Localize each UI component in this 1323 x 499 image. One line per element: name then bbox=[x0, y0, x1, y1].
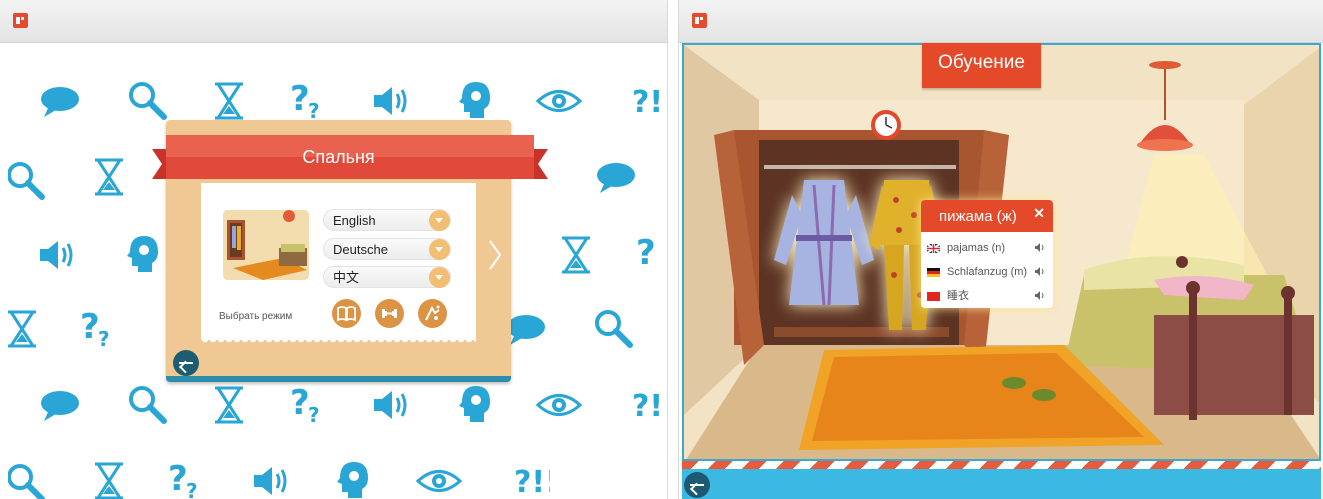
hourglass-icon bbox=[8, 310, 36, 348]
speaker-icon[interactable] bbox=[1035, 266, 1045, 277]
language-select-1-value: English bbox=[333, 213, 376, 228]
magnifier-icon bbox=[595, 310, 633, 348]
svg-text:?: ? bbox=[186, 479, 198, 499]
card-title: Спальня bbox=[302, 147, 375, 167]
translation-text: pajamas (n) bbox=[947, 242, 1006, 254]
book-mode-button[interactable] bbox=[332, 299, 361, 328]
china-flag-icon bbox=[927, 292, 940, 301]
hourglass-icon bbox=[95, 158, 123, 196]
translation-text: Schlafanzug (m) bbox=[947, 266, 1028, 278]
speech-bubble-icon bbox=[41, 391, 79, 421]
language-select-2-value: Deutsche bbox=[333, 242, 388, 257]
head-gear-icon bbox=[459, 386, 490, 422]
svg-text:?: ? bbox=[290, 80, 310, 119]
left-app-window: ?? ?!! ? ?? ?? ?!! ?? ?!! bbox=[0, 0, 668, 499]
back-button[interactable] bbox=[684, 472, 710, 498]
question-marks-icon: ?? bbox=[290, 384, 320, 424]
question-marks-icon: ?? bbox=[168, 460, 198, 499]
chevron-down-icon bbox=[429, 267, 450, 288]
hourglass-icon bbox=[562, 236, 590, 274]
magnifier-icon bbox=[129, 386, 167, 424]
speech-bubble-icon bbox=[507, 315, 545, 345]
hourglass-icon bbox=[215, 386, 243, 424]
scene-mode-tag: Обучение bbox=[922, 43, 1041, 88]
uk-flag-icon bbox=[927, 244, 940, 253]
speaker-icon bbox=[374, 87, 407, 115]
book-icon bbox=[337, 306, 356, 322]
svg-text:?: ? bbox=[168, 460, 188, 499]
svg-text:?!!: ?!! bbox=[632, 85, 668, 118]
german-flag-icon bbox=[927, 268, 940, 277]
head-gear-icon bbox=[337, 462, 368, 498]
hourglass-icon bbox=[95, 462, 123, 499]
speaker-icon bbox=[374, 391, 407, 419]
translation-text: 睡衣 bbox=[947, 290, 969, 302]
svg-text:?!!: ?!! bbox=[514, 465, 550, 498]
title-bar bbox=[0, 0, 667, 43]
svg-text:?: ? bbox=[80, 308, 100, 347]
exclamation-icon: ?!! bbox=[632, 389, 668, 422]
language-select-3[interactable]: 中文 bbox=[323, 266, 451, 288]
eye-icon bbox=[536, 394, 582, 416]
question-marks-icon: ?? bbox=[80, 308, 110, 348]
svg-text:?: ? bbox=[636, 234, 656, 273]
eye-icon bbox=[536, 90, 582, 112]
hourglass-icon bbox=[215, 82, 243, 120]
mode-label: Выбрать режим bbox=[219, 311, 293, 322]
bottom-bar bbox=[682, 469, 1321, 499]
dumbbell-icon bbox=[382, 309, 397, 318]
language-select-3-value: 中文 bbox=[333, 270, 360, 285]
word-popup: пижама (ж) ✕ pajamas (n) Schlafanzug (m)… bbox=[921, 200, 1053, 308]
svg-text:?!!: ?!! bbox=[632, 389, 668, 422]
exercise-mode-button[interactable] bbox=[375, 299, 404, 328]
svg-text:?: ? bbox=[308, 403, 320, 424]
exclamation-icon: ?!! bbox=[632, 85, 668, 118]
svg-text:?: ? bbox=[98, 327, 110, 348]
translation-row[interactable]: pajamas (n) bbox=[927, 239, 1049, 257]
svg-text:?: ? bbox=[290, 384, 310, 423]
language-select-1[interactable]: English bbox=[323, 209, 451, 231]
speech-bubble-icon bbox=[41, 87, 79, 117]
eye-icon bbox=[416, 470, 462, 492]
chevron-right-icon[interactable] bbox=[489, 240, 501, 270]
title-bar bbox=[679, 0, 1323, 43]
question-marks-icon: ? bbox=[636, 234, 656, 273]
head-gear-icon bbox=[459, 82, 490, 118]
translation-row[interactable]: Schlafanzug (m) bbox=[927, 263, 1049, 281]
decorative-stripe bbox=[682, 461, 1321, 469]
exclamation-icon: ?!! bbox=[514, 465, 550, 498]
chevron-down-icon bbox=[429, 239, 450, 260]
app-logo-icon bbox=[692, 13, 707, 28]
app-logo-icon bbox=[13, 13, 28, 28]
speaker-icon[interactable] bbox=[1035, 290, 1045, 301]
chevron-down-icon bbox=[429, 210, 450, 231]
magnifier-icon bbox=[8, 464, 45, 499]
speech-bubble-icon bbox=[597, 163, 635, 193]
head-gear-icon bbox=[127, 236, 158, 272]
speaker-icon bbox=[40, 241, 73, 269]
magnifier-icon bbox=[8, 162, 45, 200]
close-button[interactable]: ✕ bbox=[1033, 205, 1045, 222]
speaker-icon[interactable] bbox=[1035, 242, 1045, 253]
svg-text:?: ? bbox=[308, 99, 320, 120]
puzzle-icon bbox=[425, 305, 440, 321]
game-mode-button[interactable] bbox=[418, 299, 447, 328]
question-marks-icon: ?? bbox=[290, 80, 320, 120]
speaker-icon bbox=[254, 467, 287, 495]
bedroom-thumbnail[interactable] bbox=[223, 210, 309, 280]
back-button[interactable] bbox=[173, 350, 199, 376]
magnifier-icon bbox=[129, 82, 167, 120]
right-app-window: Обучение пижама (ж) ✕ pajamas (n) Schlaf… bbox=[678, 0, 1323, 499]
language-select-2[interactable]: Deutsche bbox=[323, 238, 451, 260]
translation-row[interactable]: 睡衣 bbox=[927, 287, 1049, 305]
